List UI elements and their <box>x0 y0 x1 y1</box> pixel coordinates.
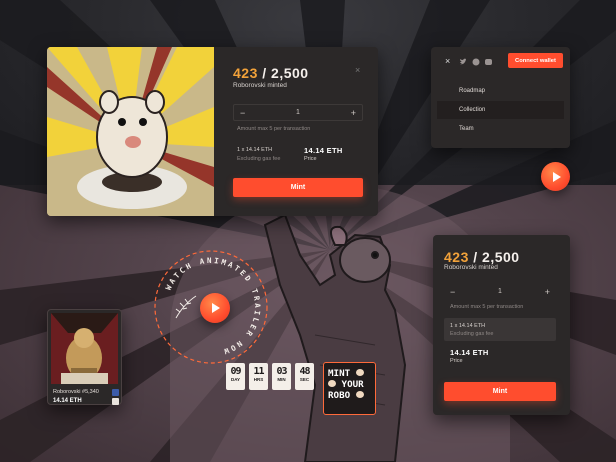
countdown-days-label: DAY <box>230 377 241 382</box>
price-breakdown-box: 1 x 14.14 ETH Excluding gas fee <box>444 318 556 341</box>
navigation-menu: × Connect wallet Roadmap Collection Team <box>431 47 570 148</box>
discord-icon <box>485 59 492 65</box>
increment-button[interactable]: + <box>351 108 356 118</box>
minted-count-title: 423 / 2,500 <box>233 65 309 81</box>
minted-count: 423 <box>233 65 258 81</box>
price-label: Price <box>304 156 317 162</box>
rat-mascot-illustration <box>263 215 407 462</box>
gas-note: Excluding gas fee <box>237 156 281 162</box>
line-item: 1 x 14.14 ETH <box>450 323 486 329</box>
total-supply: / 2,500 <box>257 65 309 81</box>
decrement-button[interactable]: − <box>450 287 455 297</box>
nft-price: 14.14 ETH <box>53 398 82 404</box>
play-trailer-button[interactable] <box>200 293 230 323</box>
mint-card-compact: 423 / 2,500 Roborovski minted − 1 + Amou… <box>433 235 570 415</box>
menu-item-team[interactable]: Team <box>431 120 570 138</box>
nft-name: Roborovski #5,340 <box>53 389 99 395</box>
mint-your-robo-sticker: MINT YOUR ROBO <box>323 362 376 415</box>
minted-count-title: 423 / 2,500 <box>444 249 520 265</box>
gas-note: Excluding gas fee <box>450 331 494 337</box>
amount-hint: Amount max 5 per transaction <box>450 304 524 310</box>
owner-avatar-icon <box>112 398 119 405</box>
mint-button[interactable]: Mint <box>233 178 363 197</box>
twitter-icon <box>460 58 467 65</box>
sticker-line-3: ROBO <box>328 390 351 401</box>
close-menu-icon[interactable]: × <box>445 56 450 66</box>
nft-thumbnail-warrior <box>51 313 118 384</box>
countdown-hours: 11 HRS <box>249 363 268 390</box>
quantity-value: 1 <box>498 288 502 295</box>
hamster-icon <box>328 380 336 387</box>
total-supply: / 2,500 <box>468 249 520 265</box>
minted-subtitle: Roborovski minted <box>233 82 287 89</box>
mint-button[interactable]: Mint <box>444 382 556 401</box>
countdown-days-value: 09 <box>230 366 241 377</box>
line-item: 1 x 14.14 ETH <box>237 147 273 153</box>
amount-hint: Amount max 5 per transaction <box>237 126 311 132</box>
hamster-icon <box>355 391 364 398</box>
close-icon[interactable]: × <box>355 65 360 75</box>
sticker-line-2: YOUR <box>341 379 364 390</box>
telegram-icon <box>472 58 480 66</box>
increment-button[interactable]: + <box>545 287 550 297</box>
countdown-seconds-label: SEC <box>299 377 310 382</box>
nft-item-card[interactable]: Roborovski #5,340 14.14 ETH <box>47 309 122 405</box>
minted-count: 423 <box>444 249 469 265</box>
price-label: Price <box>450 358 463 364</box>
play-trailer-button-small[interactable] <box>541 162 570 191</box>
ethereum-icon <box>112 389 119 396</box>
total-price: 14.14 ETH <box>450 348 489 357</box>
sticker-line-1: MINT <box>328 368 351 379</box>
countdown-minutes-label: MIN <box>277 377 286 382</box>
countdown-seconds-value: 48 <box>299 366 310 377</box>
menu-item-roadmap[interactable]: Roadmap <box>431 82 570 100</box>
countdown-hours-value: 11 <box>253 366 264 377</box>
minted-subtitle: Roborovski minted <box>444 264 498 271</box>
quantity-stepper[interactable]: − 1 + <box>233 104 363 121</box>
quantity-value: 1 <box>296 109 300 116</box>
countdown-minutes: 03 MIN <box>272 363 291 390</box>
countdown-seconds: 48 SEC <box>295 363 314 390</box>
connect-wallet-button[interactable]: Connect wallet <box>508 53 563 68</box>
nft-artwork-hamster <box>47 47 214 216</box>
countdown-hours-label: HRS <box>253 377 264 382</box>
hamster-icon <box>355 369 364 376</box>
countdown-minutes-value: 03 <box>276 366 287 377</box>
decrement-button[interactable]: − <box>240 108 245 118</box>
mint-card: 423 / 2,500 × Roborovski minted − 1 + Am… <box>47 47 378 216</box>
menu-item-collection[interactable]: Collection <box>437 101 564 119</box>
laurel-icon <box>175 295 197 319</box>
quantity-stepper[interactable]: − 1 + <box>444 283 556 300</box>
social-icons <box>460 58 492 66</box>
countdown-days: 09 DAY <box>226 363 245 390</box>
total-price: 14.14 ETH <box>304 146 343 155</box>
